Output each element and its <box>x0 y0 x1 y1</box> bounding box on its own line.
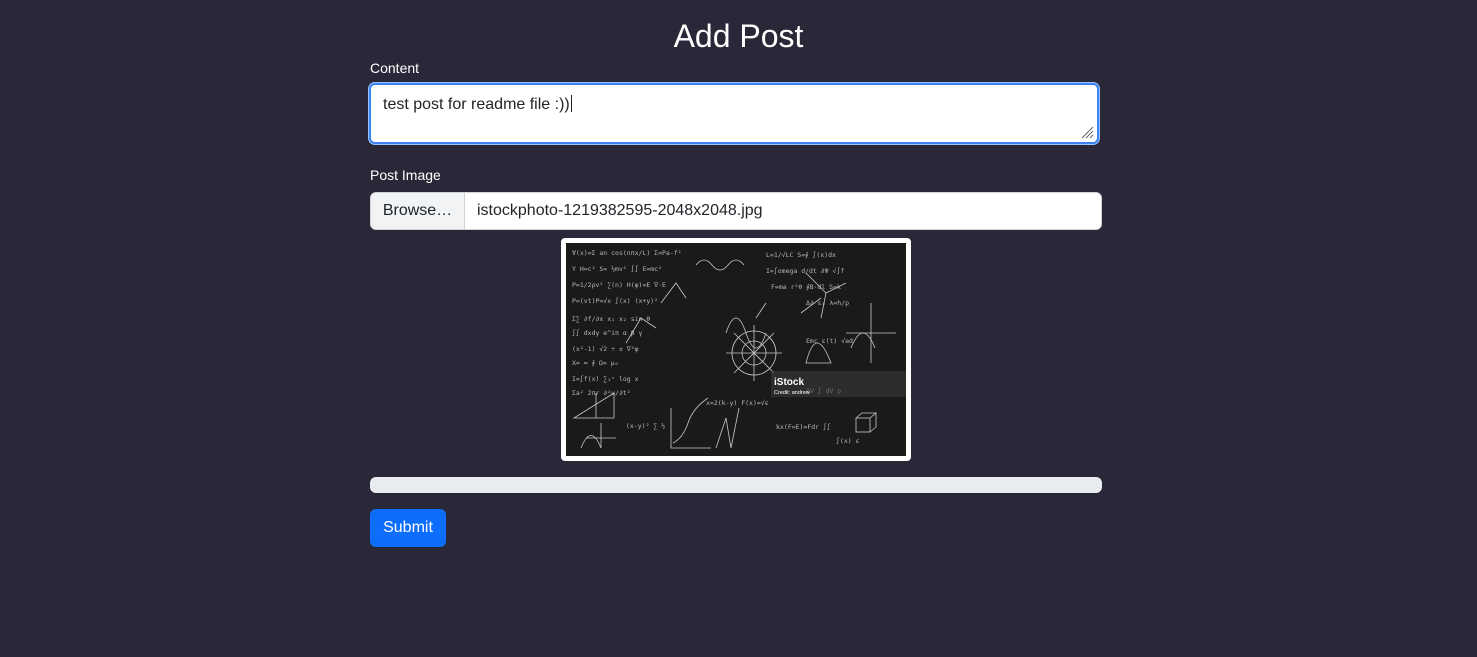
content-label: Content <box>370 60 420 76</box>
svg-text:I=∫f(x) ∑₁ⁿ log x: I=∫f(x) ∑₁ⁿ log x <box>572 375 639 383</box>
text-caret <box>570 95 572 112</box>
svg-text:X= ∞ ∮ Ω= μ₀: X= ∞ ∮ Ω= μ₀ <box>572 359 618 367</box>
istock-watermark: iStock Credit: andrew <box>771 371 906 397</box>
svg-text:x=2(k-y) F(x)=√ε: x=2(k-y) F(x)=√ε <box>706 399 769 407</box>
svg-text:Emc ε(t) √ad: Emc ε(t) √ad <box>806 337 853 345</box>
content-textarea[interactable]: test post for readme file :)) <box>369 83 1099 144</box>
svg-text:∫∫ dxdy e^iπ α β γ: ∫∫ dxdy e^iπ α β γ <box>572 329 643 337</box>
upload-progress-bar <box>370 477 1102 493</box>
svg-text:P=(vt)P=√x ∫(x) (x+y)²: P=(vt)P=√x ∫(x) (x+y)² <box>572 297 658 305</box>
chalkboard-image: ∀(x)=Σ an cos(nπx/L) Σ=Pa-f² L=1/√LC S=∮… <box>566 243 906 456</box>
svg-text:Credit: andrew: Credit: andrew <box>774 390 810 396</box>
svg-text:∫(x) ε: ∫(x) ε <box>836 437 860 445</box>
svg-text:F=ma r²θ ∮B·dl S=k: F=ma r²θ ∮B·dl S=k <box>771 283 841 291</box>
svg-text:(x²-1) √2 ÷ ± ∇²φ: (x²-1) √2 ÷ ± ∇²φ <box>572 345 639 353</box>
svg-text:kx(F=E)=Fdr ∫∫: kx(F=E)=Fdr ∫∫ <box>776 423 831 431</box>
resize-grip-icon[interactable] <box>1080 125 1094 139</box>
svg-text:∀(x)=Σ an cos(nπx/L) Σ=Pa-f²: ∀(x)=Σ an cos(nπx/L) Σ=Pa-f² <box>572 249 682 257</box>
svg-text:Σ∑ ∂f/∂x x₁ x₂ sin θ: Σ∑ ∂f/∂x x₁ x₂ sin θ <box>572 315 650 323</box>
post-image-label: Post Image <box>370 167 441 183</box>
submit-button[interactable]: Submit <box>370 509 446 547</box>
page-title: Add Post <box>673 18 804 54</box>
selected-filename: istockphoto-1219382595-2048x2048.jpg <box>477 202 763 219</box>
browse-button[interactable]: Browse… <box>371 193 465 229</box>
svg-text:Y H=c² S= ½mv² ∫∫ E=mc²: Y H=c² S= ½mv² ∫∫ E=mc² <box>572 265 662 273</box>
svg-text:P=1/2ρv² ∑(n) H(ψ)=E ∇·E: P=1/2ρv² ∑(n) H(ψ)=E ∇·E <box>572 281 666 289</box>
svg-text:L=1/√LC S=∮ ∫(x)dx: L=1/√LC S=∮ ∫(x)dx <box>766 251 836 259</box>
file-input[interactable]: Browse… istockphoto-1219382595-2048x2048… <box>370 192 1102 230</box>
svg-text:I=∫omega d/dt ∂Ψ √∫f: I=∫omega d/dt ∂Ψ √∫f <box>766 267 844 275</box>
content-text: test post for readme file :)) <box>383 96 570 113</box>
svg-text:Σa² 2πr ∂²u/∂t²: Σa² 2πr ∂²u/∂t² <box>572 389 631 397</box>
svg-text:iStock: iStock <box>774 377 804 388</box>
svg-text:Δ∂ ε₀ λ=h/p: Δ∂ ε₀ λ=h/p <box>806 299 849 307</box>
image-preview: ∀(x)=Σ an cos(nπx/L) Σ=Pa-f² L=1/√LC S=∮… <box>561 238 911 461</box>
svg-text:(x-y)² ∑ ½: (x-y)² ∑ ½ <box>626 422 665 430</box>
